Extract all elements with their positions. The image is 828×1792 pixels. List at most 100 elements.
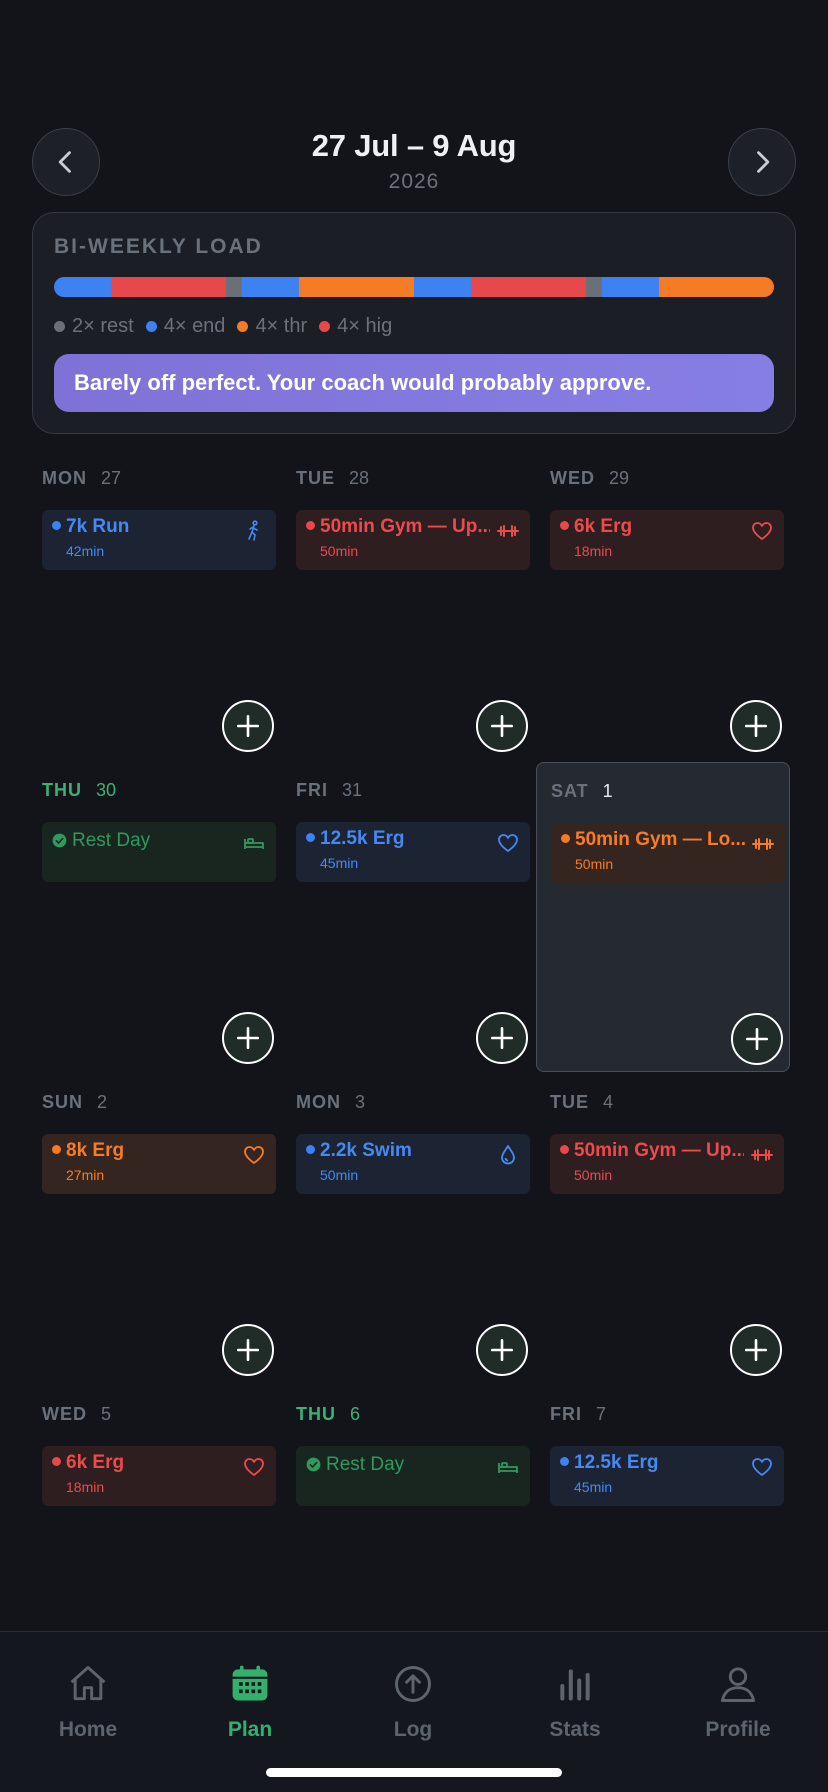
upload-circle-icon [391,1662,435,1706]
day-cell[interactable]: FRI 31 12.5k Erg 45min [282,762,536,1072]
plus-icon [236,714,260,738]
next-period-button[interactable] [728,128,796,196]
plus-icon [490,714,514,738]
heart-icon [242,1143,266,1167]
add-activity-button[interactable] [730,700,782,752]
add-activity-button[interactable] [731,1013,783,1065]
activity-duration: 50min [320,543,359,559]
load-segment-thr [659,277,774,297]
add-activity-button[interactable] [222,700,274,752]
tab-profile[interactable]: Profile [668,1662,808,1742]
add-activity-button[interactable] [222,1012,274,1064]
activity-card[interactable]: 6k Erg 18min [42,1446,276,1506]
tab-home[interactable]: Home [18,1662,158,1742]
load-segment-rest [225,277,243,297]
day-header: MON 27 [42,468,121,489]
legend-label: 2× rest [72,315,134,337]
activity-duration: 50min [320,1167,359,1183]
run-icon [242,519,266,543]
activity-title: 6k Erg [66,1452,125,1473]
load-segment-end [54,277,112,297]
intensity-dot [561,834,570,843]
add-activity-button[interactable] [730,1324,782,1376]
tab-label: Home [58,1718,118,1741]
intensity-dot [306,521,315,530]
legend-dot [54,321,65,332]
tab-label: Plan [227,1718,273,1741]
activity-card[interactable]: 6k Erg 18min [550,510,784,570]
add-activity-button[interactable] [222,1324,274,1376]
activity-title: 12.5k Erg [574,1452,659,1473]
legend-item-hig: 4× hig [319,315,392,338]
activity-card[interactable]: 50min Gym — Up... 50min [550,1134,784,1194]
day-name: WED [550,468,595,488]
load-segment-thr [299,277,414,297]
add-activity-button[interactable] [476,1324,528,1376]
legend-item-thr: 4× thr [237,315,307,338]
activity-card[interactable]: 50min Gym — Lo... 50min [551,823,785,883]
activity-title: 50min Gym — Lo... [575,829,745,850]
dumbbell-icon [496,519,520,543]
rest-day-card[interactable]: Rest Day [296,1446,530,1506]
activity-title: Rest Day [326,1454,405,1475]
legend-dot [237,321,249,332]
load-segment-hig [111,277,226,297]
activity-title: 50min Gym — Up... [574,1140,744,1161]
heart-icon [242,1455,266,1479]
tab-plan[interactable]: Plan [180,1662,320,1742]
day-cell[interactable]: THU 30 Rest Day [28,762,282,1072]
chevron-right-icon [757,151,770,173]
intensity-dot [560,521,569,530]
day-cell[interactable]: WED 29 6k Erg 18min [536,450,790,760]
intensity-dot [560,1145,569,1154]
activity-duration: 50min [574,1167,613,1183]
bar-chart-icon [553,1662,597,1706]
day-header: SUN 2 [42,1092,107,1113]
day-cell[interactable]: TUE 28 50min Gym — Up... 50min [282,450,536,760]
load-segment-end [602,277,660,297]
activity-card[interactable]: 12.5k Erg 45min [550,1446,784,1506]
activity-card[interactable]: 8k Erg 27min [42,1134,276,1194]
day-cell[interactable]: TUE 4 50min Gym — Up... 50min [536,1074,790,1384]
add-activity-button[interactable] [476,700,528,752]
activity-card[interactable]: 2.2k Swim 50min [296,1134,530,1194]
rest-day-card[interactable]: Rest Day [42,822,276,882]
day-name: TUE [550,1092,589,1112]
activity-card[interactable]: 7k Run 42min [42,510,276,570]
day-cell[interactable]: MON 3 2.2k Swim 50min [282,1074,536,1384]
activity-card[interactable]: 50min Gym — Up... 50min [296,510,530,570]
plus-icon [490,1026,514,1050]
activity-title: 12.5k Erg [320,828,405,849]
day-header: TUE 4 [550,1092,613,1113]
home-indicator [266,1768,562,1777]
load-segment-rest [585,277,603,297]
activity-title: 7k Run [66,516,130,537]
heart-icon [750,1455,774,1479]
day-number: 4 [603,1092,614,1112]
activity-duration: 18min [66,1479,105,1495]
intensity-dot [52,1145,61,1154]
day-header: SAT 1 [551,781,613,802]
tab-log[interactable]: Log [343,1662,483,1742]
day-number: 7 [596,1404,607,1424]
activity-card[interactable]: 12.5k Erg 45min [296,822,530,882]
legend-label: 4× end [163,315,226,337]
day-header: THU 6 [296,1404,360,1425]
day-name: THU [42,780,82,800]
legend-dot [145,321,157,332]
day-cell[interactable]: MON 27 7k Run 42min [28,450,282,760]
intensity-dot [306,833,315,842]
user-icon [716,1662,760,1706]
biweekly-load-card: BI-WEEKLY LOAD 2× rest 4× end 4× thr 4× hig… [32,212,796,434]
day-cell[interactable]: SAT 1 50min Gym — Lo... 50min [536,762,790,1072]
day-name: FRI [296,780,328,800]
period-header: 27 Jul – 9 Aug 2026 [0,128,828,194]
day-cell[interactable]: SUN 2 8k Erg 27min [28,1074,282,1384]
add-activity-button[interactable] [476,1012,528,1064]
activity-title: Rest Day [72,830,151,851]
day-name: MON [296,1092,341,1112]
tab-stats[interactable]: Stats [505,1662,645,1742]
activity-duration: 45min [574,1479,613,1495]
day-name: MON [42,468,87,488]
activity-duration: 27min [66,1167,105,1183]
